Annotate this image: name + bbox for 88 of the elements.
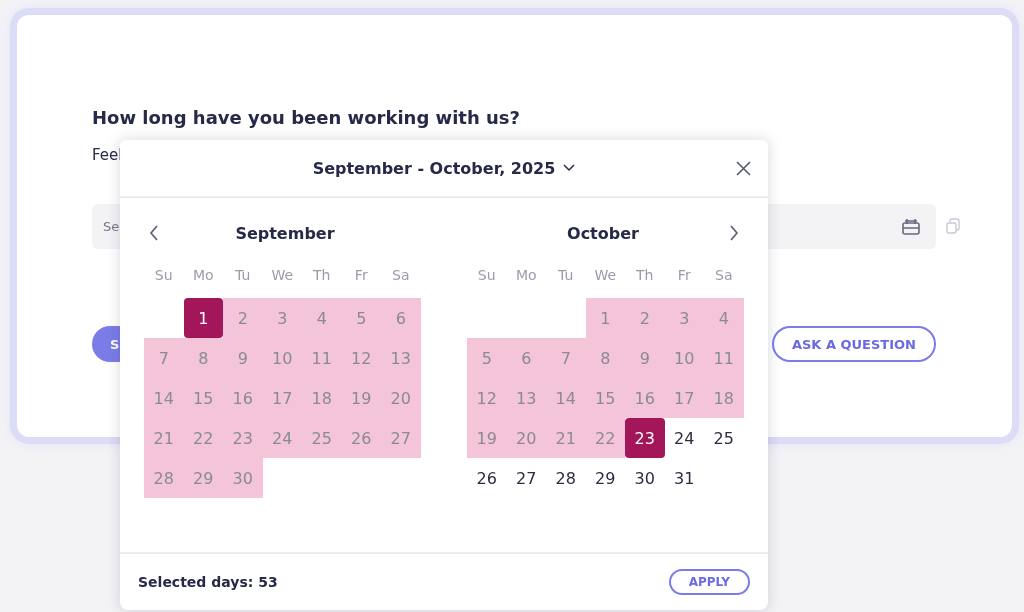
in-range-day[interactable]: 16 [223, 378, 263, 418]
month-title: September [235, 223, 335, 243]
weekday-label: Th [312, 266, 332, 285]
in-range-day[interactable]: 10 [262, 338, 302, 378]
in-range-day[interactable]: 5 [341, 298, 381, 338]
in-range-day[interactable]: 2 [625, 298, 665, 338]
calendar-day[interactable]: 31 [664, 458, 704, 498]
in-range-day[interactable]: 13 [381, 338, 421, 378]
in-range-day[interactable]: 21 [144, 418, 184, 458]
field-placeholder: Se [103, 219, 120, 234]
in-range-day[interactable]: 11 [302, 338, 342, 378]
weekday-label: Th [635, 266, 655, 285]
selected-day[interactable]: 23 [625, 418, 665, 458]
calendar-day[interactable]: 30 [625, 458, 665, 498]
in-range-day[interactable]: 10 [664, 338, 704, 378]
in-range-day[interactable]: 11 [704, 338, 744, 378]
in-range-day[interactable]: 9 [223, 338, 263, 378]
in-range-day[interactable]: 28 [144, 458, 184, 498]
chevron-left-icon[interactable] [149, 225, 159, 241]
in-range-day[interactable]: 16 [625, 378, 665, 418]
calendar-day[interactable]: 28 [546, 458, 586, 498]
calendar-day[interactable]: 26 [467, 458, 507, 498]
in-range-day[interactable]: 17 [262, 378, 302, 418]
chevron-right-icon[interactable] [729, 225, 739, 241]
weekday-label: Fr [353, 266, 369, 285]
in-range-day[interactable]: 4 [302, 298, 342, 338]
calendar-day[interactable]: 29 [585, 458, 625, 498]
in-range-day[interactable]: 18 [704, 378, 744, 418]
weekday-label: Sa [714, 266, 734, 285]
weekday-label: Tu [557, 266, 575, 285]
apply-button[interactable]: APPLY [668, 569, 750, 595]
in-range-day[interactable]: 25 [302, 418, 342, 458]
in-range-day[interactable]: 15 [183, 378, 223, 418]
in-range-day[interactable]: 24 [262, 418, 302, 458]
selected-days-count: Selected days: 53 [138, 574, 278, 590]
in-range-day[interactable]: 19 [467, 418, 507, 458]
weekday-label: Tu [234, 266, 252, 285]
in-range-day[interactable]: 22 [585, 418, 625, 458]
in-range-day[interactable]: 2 [223, 298, 263, 338]
in-range-day[interactable]: 15 [585, 378, 625, 418]
close-icon[interactable] [736, 161, 751, 176]
in-range-day[interactable]: 12 [467, 378, 507, 418]
in-range-day[interactable]: 30 [223, 458, 263, 498]
in-range-day[interactable]: 3 [664, 298, 704, 338]
in-range-day[interactable]: 20 [381, 378, 421, 418]
ask-question-button[interactable]: ASK A QUESTION [771, 326, 936, 362]
weekday-label: We [270, 266, 295, 285]
weekday-label: Fr [676, 266, 692, 285]
in-range-day[interactable]: 17 [664, 378, 704, 418]
in-range-day[interactable]: 21 [546, 418, 586, 458]
in-range-day[interactable]: 9 [625, 338, 665, 378]
month-title: October [567, 223, 639, 243]
in-range-day[interactable]: 3 [262, 298, 302, 338]
weekday-label: We [593, 266, 618, 285]
weekday-label: Mo [191, 266, 215, 285]
in-range-day[interactable]: 4 [704, 298, 744, 338]
in-range-day[interactable]: 6 [381, 298, 421, 338]
in-range-day[interactable]: 18 [302, 378, 342, 418]
weekday-label: Su [153, 266, 174, 285]
in-range-day[interactable]: 22 [183, 418, 223, 458]
calendar-icon[interactable] [902, 218, 920, 235]
question-title: How long have you been working with us? [92, 107, 520, 129]
in-range-day[interactable]: 14 [144, 378, 184, 418]
calendar-day[interactable]: 27 [506, 458, 546, 498]
selected-day[interactable]: 1 [183, 298, 223, 338]
in-range-day[interactable]: 7 [144, 338, 184, 378]
in-range-day[interactable]: 13 [506, 378, 546, 418]
in-range-day[interactable]: 8 [585, 338, 625, 378]
in-range-day[interactable]: 14 [546, 378, 586, 418]
month-range-dropdown[interactable]: September - October, 2025 [312, 158, 576, 178]
calendar-day[interactable]: 24 [664, 418, 704, 458]
in-range-day[interactable]: 12 [341, 338, 381, 378]
in-range-day[interactable]: 5 [467, 338, 507, 378]
in-range-day[interactable]: 29 [183, 458, 223, 498]
in-range-day[interactable]: 8 [183, 338, 223, 378]
in-range-day[interactable]: 20 [506, 418, 546, 458]
in-range-day[interactable]: 19 [341, 378, 381, 418]
in-range-day[interactable]: 6 [506, 338, 546, 378]
chevron-down-icon [563, 164, 576, 172]
calendar-day[interactable]: 25 [704, 418, 744, 458]
in-range-day[interactable]: 7 [546, 338, 586, 378]
in-range-day[interactable]: 23 [223, 418, 263, 458]
weekday-label: Mo [514, 266, 538, 285]
in-range-day[interactable]: 1 [585, 298, 625, 338]
in-range-day[interactable]: 26 [341, 418, 381, 458]
weekday-label: Su [476, 266, 497, 285]
weekday-label: Sa [391, 266, 411, 285]
in-range-day[interactable]: 27 [381, 418, 421, 458]
